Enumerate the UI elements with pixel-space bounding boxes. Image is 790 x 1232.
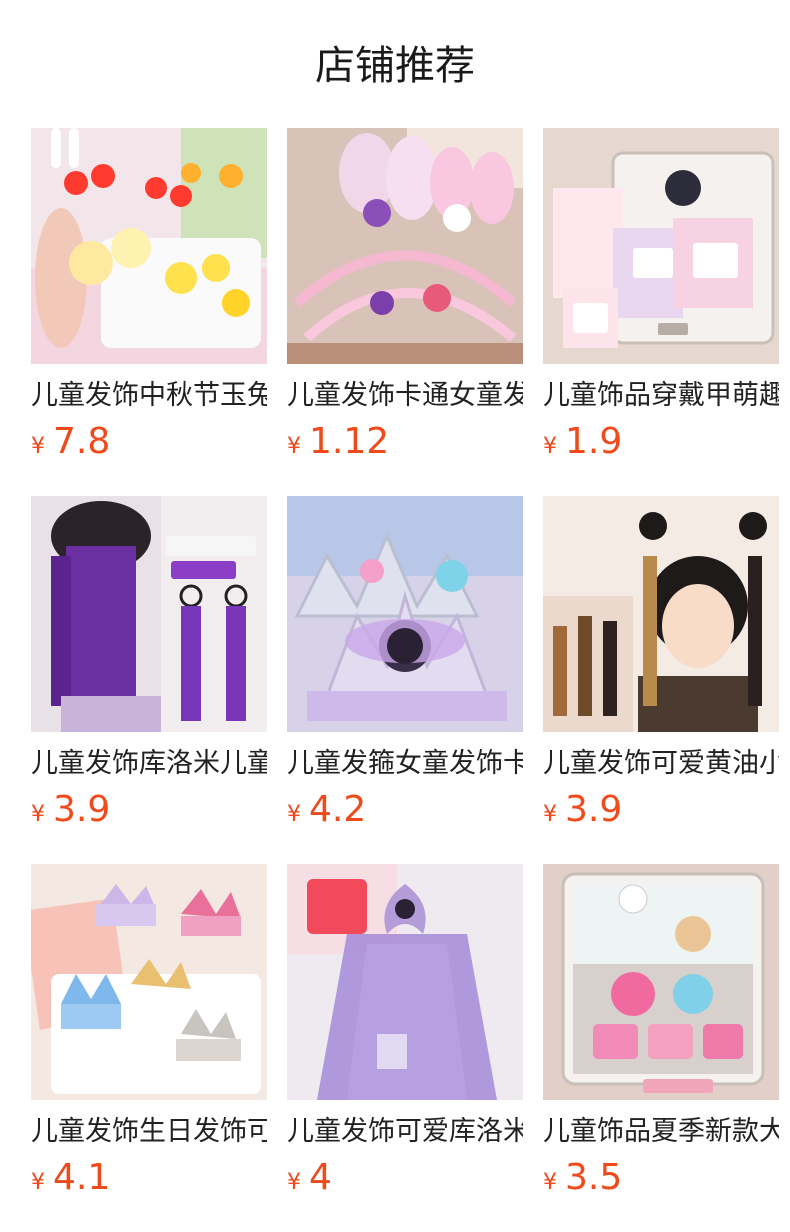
- currency-symbol: ¥: [287, 434, 301, 459]
- product-price: ¥1.9: [543, 420, 779, 470]
- price-value: 1.12: [309, 421, 390, 462]
- currency-symbol: ¥: [31, 434, 45, 459]
- price-value: 4.1: [53, 1157, 111, 1198]
- product-name[interactable]: 儿童发饰中秋节玉兔发夹: [31, 378, 267, 414]
- currency-symbol: ¥: [31, 802, 45, 827]
- product-card[interactable]: 儿童发箍女童发饰卡通皇冠 ¥4.2: [287, 496, 523, 838]
- product-price: ¥4.2: [287, 788, 523, 838]
- product-name[interactable]: 儿童发饰可爱库洛米头纱: [287, 1114, 523, 1150]
- product-image[interactable]: [543, 864, 779, 1100]
- product-name[interactable]: 儿童饰品夏季新款大礼盒: [543, 1114, 779, 1150]
- product-card[interactable]: 儿童发饰可爱库洛米头纱 ¥4: [287, 864, 523, 1206]
- product-image[interactable]: [31, 128, 267, 364]
- product-image[interactable]: [287, 864, 523, 1100]
- product-card[interactable]: 儿童饰品穿戴甲萌趣 ¥1.9: [543, 128, 779, 470]
- product-price: ¥1.12: [287, 420, 523, 470]
- page-title: 店铺推荐: [315, 43, 475, 89]
- price-value: 3.9: [53, 789, 111, 830]
- currency-symbol: ¥: [31, 1170, 45, 1195]
- price-value: 4.2: [309, 789, 367, 830]
- product-card[interactable]: 儿童发饰中秋节玉兔发夹 ¥7.8: [31, 128, 267, 470]
- price-value: 4: [309, 1157, 332, 1198]
- product-image[interactable]: [31, 864, 267, 1100]
- product-price: ¥4.1: [31, 1156, 267, 1206]
- product-name[interactable]: 儿童发饰生日发饰可爱皇冠: [31, 1114, 267, 1150]
- product-image[interactable]: [543, 496, 779, 732]
- product-price: ¥3.9: [31, 788, 267, 838]
- product-image[interactable]: [31, 496, 267, 732]
- product-card[interactable]: 儿童发饰可爱黄油小熊 ¥3.9: [543, 496, 779, 838]
- product-price: ¥3.5: [543, 1156, 779, 1206]
- product-image[interactable]: [287, 496, 523, 732]
- currency-symbol: ¥: [543, 802, 557, 827]
- currency-symbol: ¥: [287, 1170, 301, 1195]
- price-value: 1.9: [565, 421, 623, 462]
- product-card[interactable]: 儿童饰品夏季新款大礼盒 ¥3.5: [543, 864, 779, 1206]
- product-name[interactable]: 儿童饰品穿戴甲萌趣: [543, 378, 779, 414]
- product-image[interactable]: [543, 128, 779, 364]
- product-name[interactable]: 儿童发箍女童发饰卡通皇冠: [287, 746, 523, 782]
- product-name[interactable]: 儿童发饰卡通女童发箍: [287, 378, 523, 414]
- product-price: ¥7.8: [31, 420, 267, 470]
- product-card[interactable]: 儿童发饰生日发饰可爱皇冠 ¥4.1: [31, 864, 267, 1206]
- currency-symbol: ¥: [543, 434, 557, 459]
- product-price: ¥4: [287, 1156, 523, 1206]
- product-name[interactable]: 儿童发饰库洛米儿童发辫: [31, 746, 267, 782]
- price-value: 3.9: [565, 789, 623, 830]
- product-name[interactable]: 儿童发饰可爱黄油小熊: [543, 746, 779, 782]
- currency-symbol: ¥: [287, 802, 301, 827]
- price-value: 3.5: [565, 1157, 623, 1198]
- product-card[interactable]: 儿童发饰卡通女童发箍 ¥1.12: [287, 128, 523, 470]
- currency-symbol: ¥: [543, 1170, 557, 1195]
- product-card[interactable]: 儿童发饰库洛米儿童发辫 ¥3.9: [31, 496, 267, 838]
- product-image[interactable]: [287, 128, 523, 364]
- product-price: ¥3.9: [543, 788, 779, 838]
- price-value: 7.8: [53, 421, 111, 462]
